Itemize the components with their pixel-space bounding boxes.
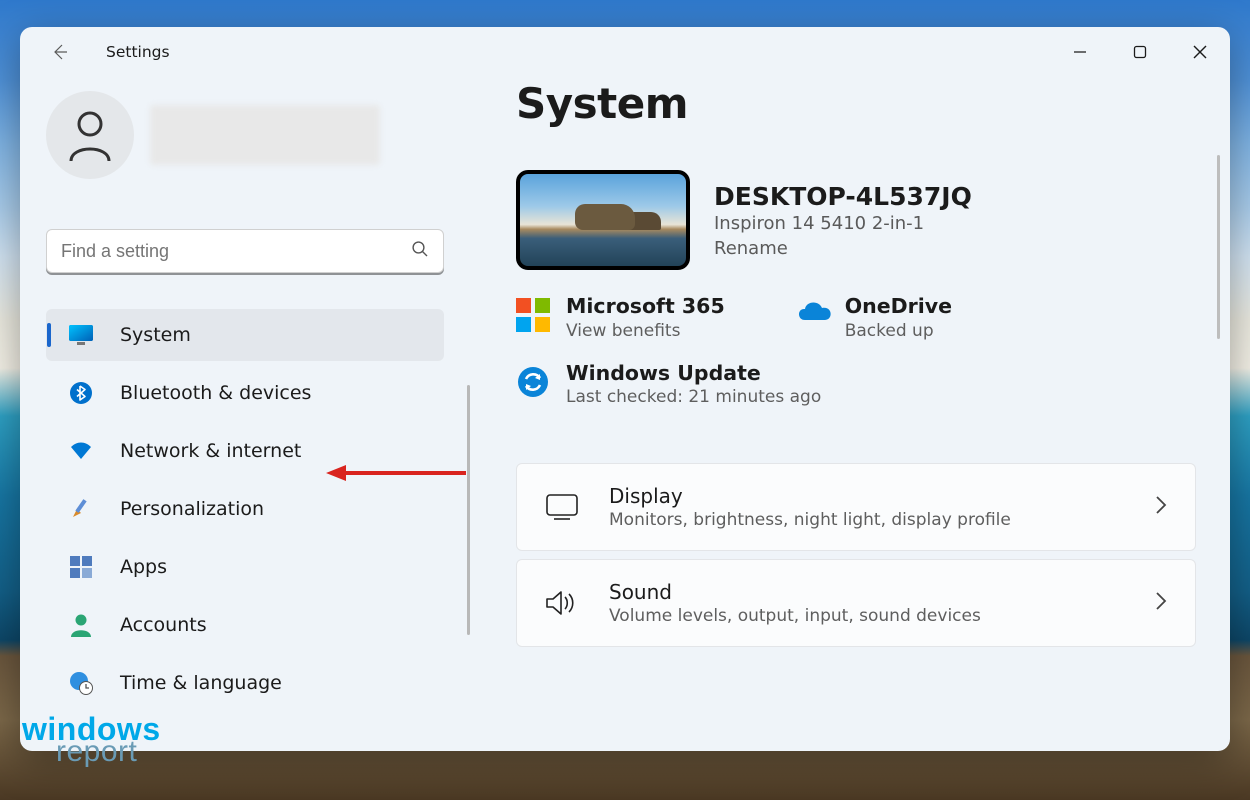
sidebar-item-time-language[interactable]: Time & language bbox=[46, 657, 444, 709]
sidebar-item-apps[interactable]: Apps bbox=[46, 541, 444, 593]
sidebar-item-label: Apps bbox=[120, 556, 167, 578]
card-subtitle: Volume levels, output, input, sound devi… bbox=[609, 606, 981, 626]
card-title: Sound bbox=[609, 580, 981, 604]
microsoft-logo-icon bbox=[516, 298, 550, 332]
card-subtitle: Monitors, brightness, night light, displ… bbox=[609, 510, 1011, 530]
sidebar-item-label: Bluetooth & devices bbox=[120, 382, 311, 404]
window-controls bbox=[1050, 27, 1230, 77]
status-title: OneDrive bbox=[845, 294, 952, 319]
chevron-right-icon bbox=[1155, 591, 1167, 615]
main-scrollbar[interactable] bbox=[1217, 155, 1220, 339]
person-icon bbox=[67, 109, 113, 161]
back-arrow-icon bbox=[50, 42, 70, 62]
status-microsoft-365[interactable]: Microsoft 365 View benefits bbox=[516, 294, 725, 341]
wifi-icon bbox=[68, 438, 94, 464]
card-sound[interactable]: Sound Volume levels, output, input, soun… bbox=[516, 559, 1196, 647]
avatar bbox=[46, 91, 134, 179]
profile-block[interactable] bbox=[46, 77, 454, 195]
status-title: Windows Update bbox=[566, 361, 821, 386]
onedrive-icon bbox=[795, 298, 829, 332]
status-onedrive[interactable]: OneDrive Backed up bbox=[795, 294, 952, 341]
paintbrush-icon bbox=[68, 496, 94, 522]
nav-list: System Bluetooth & devices Network & int… bbox=[46, 309, 444, 709]
display-icon bbox=[545, 494, 579, 520]
chevron-right-icon bbox=[1155, 495, 1167, 519]
search-icon bbox=[411, 240, 429, 262]
globe-clock-icon bbox=[68, 670, 94, 696]
page-title: System bbox=[516, 79, 1196, 128]
account-icon bbox=[68, 612, 94, 638]
minimize-icon bbox=[1073, 45, 1087, 59]
main-content: System DESKTOP-4L537JQ Inspiron 14 5410 … bbox=[470, 77, 1230, 751]
device-thumbnail bbox=[516, 170, 690, 270]
sidebar-item-network[interactable]: Network & internet bbox=[46, 425, 444, 477]
search-box[interactable] bbox=[46, 229, 444, 273]
maximize-button[interactable] bbox=[1110, 27, 1170, 77]
search-input[interactable] bbox=[61, 241, 411, 262]
status-subtitle: Backed up bbox=[845, 321, 952, 341]
minimize-button[interactable] bbox=[1050, 27, 1110, 77]
profile-name-redacted bbox=[150, 105, 380, 165]
sidebar-item-label: System bbox=[120, 324, 191, 346]
update-sync-icon bbox=[516, 365, 550, 399]
sidebar-item-bluetooth[interactable]: Bluetooth & devices bbox=[46, 367, 444, 419]
monitor-icon bbox=[68, 322, 94, 348]
apps-icon bbox=[68, 554, 94, 580]
status-subtitle: View benefits bbox=[566, 321, 725, 341]
sidebar: System Bluetooth & devices Network & int… bbox=[20, 77, 470, 751]
device-name: DESKTOP-4L537JQ bbox=[714, 182, 972, 211]
watermark: windows report bbox=[22, 718, 161, 763]
status-windows-update[interactable]: Windows Update Last checked: 21 minutes … bbox=[516, 361, 821, 408]
card-display[interactable]: Display Monitors, brightness, night ligh… bbox=[516, 463, 1196, 551]
sidebar-item-label: Time & language bbox=[120, 672, 282, 694]
close-icon bbox=[1193, 45, 1207, 59]
sidebar-item-system[interactable]: System bbox=[46, 309, 444, 361]
back-button[interactable] bbox=[48, 42, 72, 62]
window-title: Settings bbox=[106, 43, 170, 61]
sidebar-item-personalization[interactable]: Personalization bbox=[46, 483, 444, 535]
sidebar-item-label: Network & internet bbox=[120, 440, 301, 462]
close-button[interactable] bbox=[1170, 27, 1230, 77]
device-hero: DESKTOP-4L537JQ Inspiron 14 5410 2-in-1 … bbox=[516, 170, 1196, 270]
titlebar: Settings bbox=[20, 27, 1230, 77]
sidebar-item-accounts[interactable]: Accounts bbox=[46, 599, 444, 651]
status-title: Microsoft 365 bbox=[566, 294, 725, 319]
device-model: Inspiron 14 5410 2-in-1 bbox=[714, 213, 972, 234]
card-title: Display bbox=[609, 484, 1011, 508]
sidebar-item-label: Personalization bbox=[120, 498, 264, 520]
settings-cards: Display Monitors, brightness, night ligh… bbox=[516, 463, 1196, 647]
sidebar-item-label: Accounts bbox=[120, 614, 207, 636]
status-subtitle: Last checked: 21 minutes ago bbox=[566, 387, 821, 407]
rename-link[interactable]: Rename bbox=[714, 238, 972, 259]
sound-icon bbox=[545, 589, 579, 617]
settings-window: Settings bbox=[20, 27, 1230, 751]
maximize-icon bbox=[1133, 45, 1147, 59]
bluetooth-icon bbox=[68, 380, 94, 406]
